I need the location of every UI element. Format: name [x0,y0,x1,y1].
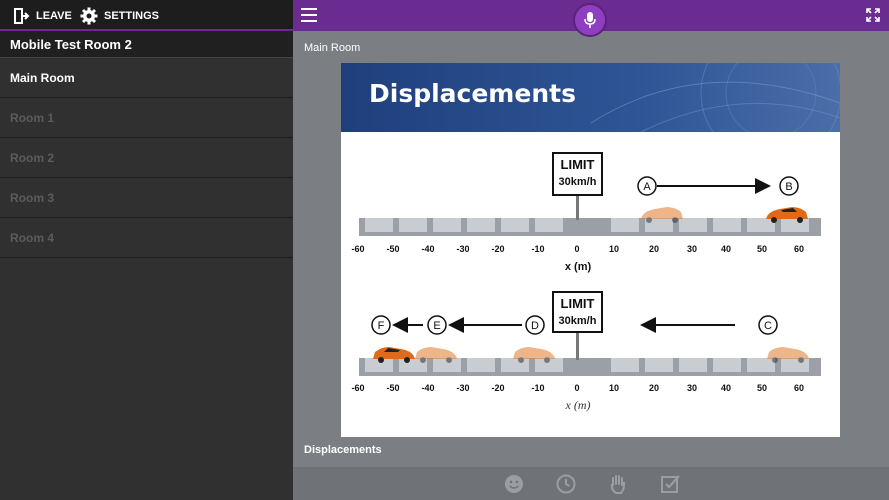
svg-text:-20: -20 [491,383,504,393]
svg-text:-10: -10 [531,244,544,254]
expand-icon[interactable] [866,8,880,22]
svg-text:D: D [531,320,539,332]
header-bar [293,0,889,37]
svg-text:E: E [433,320,440,332]
menu-icon[interactable] [301,8,317,22]
svg-text:-30: -30 [456,383,469,393]
presentation-slide: Displacements LIMIT 30km/h A B -60 -50 -… [341,63,840,437]
axis-ticks-bottom: -60 -50 -40 -30 -20 -10 0 10 20 30 40 50… [351,383,804,393]
room-list: Main Room Room 1 Room 2 Room 3 Room 4 [0,58,293,258]
displacement-diagram: LIMIT 30km/h A B -60 -50 -40 -30 -20 -10… [351,152,821,412]
speed-limit-sign-top: LIMIT 30km/h [552,152,603,220]
settings-button[interactable]: SETTINGS [80,5,159,27]
svg-text:-40: -40 [421,244,434,254]
gear-icon [80,7,98,25]
svg-text:-50: -50 [386,244,399,254]
svg-text:20: 20 [649,244,659,254]
room-item-main[interactable]: Main Room [0,58,293,98]
svg-text:-60: -60 [351,383,364,393]
svg-text:-40: -40 [421,383,434,393]
slide-header: Displacements [341,63,840,132]
svg-text:20: 20 [649,383,659,393]
svg-text:30: 30 [687,383,697,393]
sign-bottom-line1: LIMIT [561,296,595,311]
point-a: A [637,176,657,196]
road-bottom [359,358,821,376]
svg-text:0: 0 [574,244,579,254]
svg-text:-50: -50 [386,383,399,393]
point-e: E [427,315,447,335]
leave-label: LEAVE [36,10,72,22]
svg-text:A: A [643,181,651,193]
room-item-1[interactable]: Room 1 [0,98,293,138]
smiley-icon[interactable] [503,473,525,495]
point-c: C [758,315,778,335]
slide-title: Displacements [369,79,576,108]
room-panel: LEAVE SETTINGS Mobile Test Room 2 Main R… [0,0,293,500]
sign-bottom-line2: 30km/h [559,315,597,327]
bottom-toolbar [293,467,889,500]
presentation-title: Displacements [304,444,382,456]
microphone-icon [584,12,596,28]
room-item-4[interactable]: Room 4 [0,218,293,258]
svg-text:F: F [378,320,385,332]
clock-icon[interactable] [555,473,577,495]
road-top [359,218,821,236]
point-d: D [525,315,545,335]
svg-text:B: B [785,181,792,193]
svg-text:50: 50 [757,244,767,254]
axis-label-top: x (m) [565,261,592,273]
sign-top-line2: 30km/h [559,176,597,188]
checkbox-icon[interactable] [659,473,681,495]
point-b: B [779,176,799,196]
main-panel: Main Room Displacements LIMIT 30km/h A B… [293,0,889,500]
sign-top-line1: LIMIT [561,157,595,172]
settings-label: SETTINGS [104,10,160,22]
microphone-button[interactable] [573,3,607,37]
svg-text:10: 10 [609,244,619,254]
room-title: Mobile Test Room 2 [0,31,293,58]
speed-limit-sign-bottom: LIMIT 30km/h [552,291,603,360]
room-item-2[interactable]: Room 2 [0,138,293,178]
axis-ticks-top: -60 -50 -40 -30 -20 -10 0 10 20 30 40 50… [351,244,804,254]
svg-text:40: 40 [721,383,731,393]
svg-text:-60: -60 [351,244,364,254]
raise-hand-icon[interactable] [607,473,629,495]
leave-button[interactable]: LEAVE [12,5,72,27]
top-bar: LEAVE SETTINGS [0,0,293,31]
svg-text:40: 40 [721,244,731,254]
svg-text:C: C [764,320,772,332]
svg-text:30: 30 [687,244,697,254]
axis-label-bottom: x (m) [565,398,591,412]
svg-text:-30: -30 [456,244,469,254]
presentation-label: Main Room [304,42,361,54]
svg-text:0: 0 [574,383,579,393]
leave-icon [14,8,30,24]
svg-text:60: 60 [794,383,804,393]
svg-text:-10: -10 [531,383,544,393]
point-f: F [371,315,391,335]
svg-text:10: 10 [609,383,619,393]
svg-text:-20: -20 [491,244,504,254]
room-item-3[interactable]: Room 3 [0,178,293,218]
svg-text:50: 50 [757,383,767,393]
svg-text:60: 60 [794,244,804,254]
